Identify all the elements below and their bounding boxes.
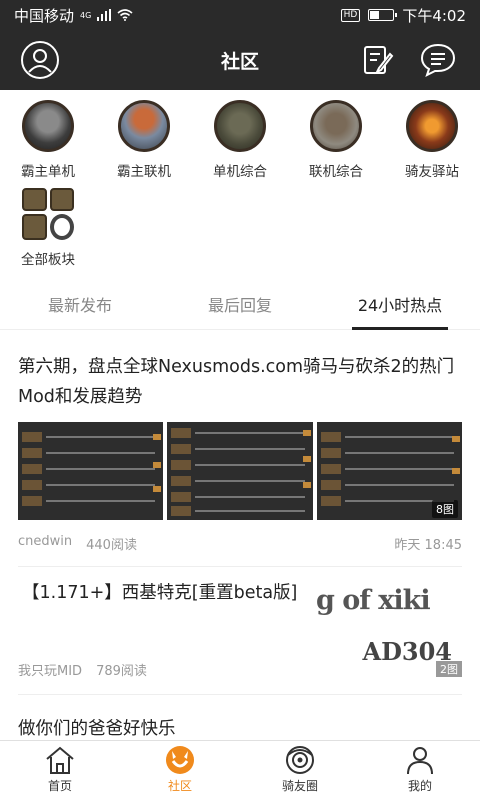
- home-icon: [46, 746, 74, 774]
- post-thumbnail[interactable]: 8图: [316, 422, 462, 520]
- battery-icon: [368, 9, 398, 21]
- category-item[interactable]: 单机综合: [192, 100, 288, 180]
- nav-community[interactable]: 社区: [120, 741, 240, 801]
- page-title: 社区: [220, 50, 259, 73]
- divider: [18, 566, 462, 567]
- post-title[interactable]: 【1.171+】西基特克[重置beta版]: [22, 578, 312, 608]
- active-tab-indicator: [352, 327, 448, 330]
- image-count-badge: 2图: [436, 661, 462, 677]
- edit-icon: [364, 46, 394, 75]
- post-thumbnail[interactable]: g of xiki AD304 2图: [316, 575, 462, 677]
- clock: 下午4:02: [402, 6, 466, 25]
- friends-circle-icon: [286, 746, 314, 774]
- status-bar: 中国移动 4G HD 下午4:02: [0, 0, 480, 30]
- nav-profile[interactable]: 我的: [360, 741, 480, 801]
- app-header: 社区: [0, 30, 480, 90]
- all-boards-icon: [22, 188, 74, 240]
- category-avatar: [118, 100, 170, 152]
- post-meta: cnedwin 440阅读 昨天 18:45: [18, 534, 462, 553]
- messages-button[interactable]: [418, 40, 458, 80]
- post-author[interactable]: cnedwin: [18, 534, 72, 553]
- feed-tabs: 最新发布 最后回复 24小时热点: [0, 286, 480, 330]
- nav-home[interactable]: 首页: [0, 741, 120, 801]
- category-avatar: [310, 100, 362, 152]
- message-icon: [420, 43, 456, 77]
- post-views: 440阅读: [86, 538, 137, 553]
- carrier-label: 中国移动: [14, 6, 75, 25]
- thumbnail-text: g of xiki: [316, 585, 431, 616]
- signal-icon: [97, 9, 112, 21]
- wifi-icon: [117, 9, 133, 21]
- post-time: 昨天 18:45: [394, 538, 462, 553]
- bottom-nav: 首页 社区 骑友圈 我的: [0, 740, 480, 800]
- category-avatar: [22, 100, 74, 152]
- post-title[interactable]: 第六期，盘点全球Nexusmods.com骑马与砍杀2的热门Mod和发展趋势: [18, 352, 462, 412]
- category-item[interactable]: 霸主联机: [96, 100, 192, 180]
- post-author[interactable]: 我只玩MID: [18, 660, 82, 679]
- tab-last-reply[interactable]: 最后回复: [160, 286, 320, 330]
- category-item[interactable]: 联机综合: [288, 100, 384, 180]
- network-label: 4G: [80, 10, 92, 20]
- tab-latest[interactable]: 最新发布: [0, 286, 160, 330]
- community-icon: [166, 746, 194, 774]
- post-meta: 我只玩MID 789阅读: [18, 660, 308, 679]
- tab-24h-hot[interactable]: 24小时热点: [320, 286, 480, 330]
- category-avatar: [214, 100, 266, 152]
- category-item[interactable]: 骑友驿站: [384, 100, 480, 180]
- hd-badge: HD: [340, 8, 361, 22]
- category-item[interactable]: 霸主单机: [0, 100, 96, 180]
- category-avatar: [406, 100, 458, 152]
- divider: [18, 694, 462, 695]
- compose-button[interactable]: [358, 40, 398, 80]
- post-thumbnail[interactable]: [18, 422, 164, 520]
- profile-icon: [407, 747, 433, 775]
- nav-friends-circle[interactable]: 骑友圈: [240, 741, 360, 801]
- post-image-strip[interactable]: 8图: [18, 422, 462, 520]
- category-item-all[interactable]: 全部板块: [0, 188, 96, 268]
- image-count-badge: 8图: [431, 500, 458, 518]
- post-views: 789阅读: [96, 664, 147, 679]
- post-thumbnail[interactable]: [167, 422, 313, 520]
